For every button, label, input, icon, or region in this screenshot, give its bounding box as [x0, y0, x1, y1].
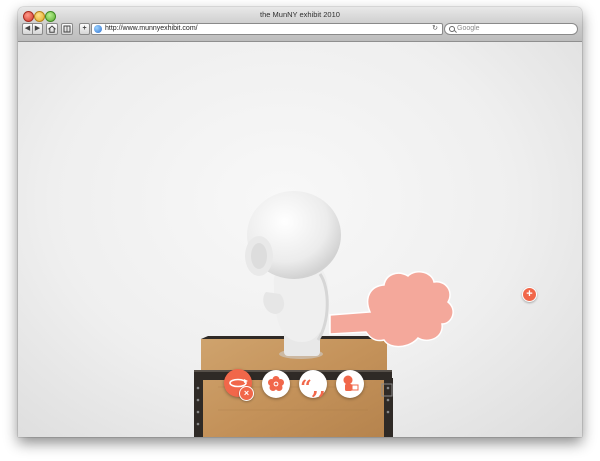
- artwork-gallery-button[interactable]: [262, 370, 290, 398]
- home-icon: [48, 25, 56, 33]
- window-title: the MunNY exhibit 2010: [260, 10, 340, 19]
- add-bookmark-button[interactable]: +: [79, 23, 90, 35]
- address-bar[interactable]: http://www.munnyexhibit.com/ ↻: [91, 23, 443, 35]
- home-button[interactable]: [46, 23, 58, 35]
- plus-icon: +: [82, 25, 87, 32]
- flower-icon: [268, 376, 284, 391]
- url-text[interactable]: http://www.munnyexhibit.com/: [105, 24, 198, 34]
- figure-info-button[interactable]: [336, 370, 364, 398]
- figure-info-icon: [343, 375, 359, 391]
- reload-icon[interactable]: ↻: [432, 24, 438, 34]
- globe-icon: [94, 25, 102, 33]
- forward-arrow-icon: ▶: [34, 25, 41, 32]
- plus-icon: +: [526, 288, 533, 300]
- close-icon: ×: [243, 388, 250, 398]
- quote-button[interactable]: “,,: [299, 370, 327, 399]
- search-placeholder: Google: [457, 25, 480, 32]
- close-overlay-button[interactable]: ×: [239, 386, 254, 401]
- page-content: × “,, +: [18, 42, 582, 437]
- search-icon: [449, 26, 455, 32]
- quote-icon: “,,: [300, 375, 326, 399]
- bookmarks-button[interactable]: [61, 23, 73, 35]
- browser-window: the MunNY exhibit 2010 ◀ ▶ + http://www.…: [18, 7, 582, 437]
- pink-cloud: [329, 270, 454, 348]
- munny-figure: [245, 191, 341, 359]
- title-bar: the MunNY exhibit 2010 ◀ ▶ + http://www.…: [18, 7, 582, 42]
- back-arrow-icon: ◀: [24, 25, 31, 32]
- forward-button[interactable]: ▶: [32, 23, 43, 35]
- book-icon: [63, 25, 71, 33]
- add-hotspot-button[interactable]: +: [522, 287, 537, 302]
- search-field[interactable]: Google: [444, 23, 578, 35]
